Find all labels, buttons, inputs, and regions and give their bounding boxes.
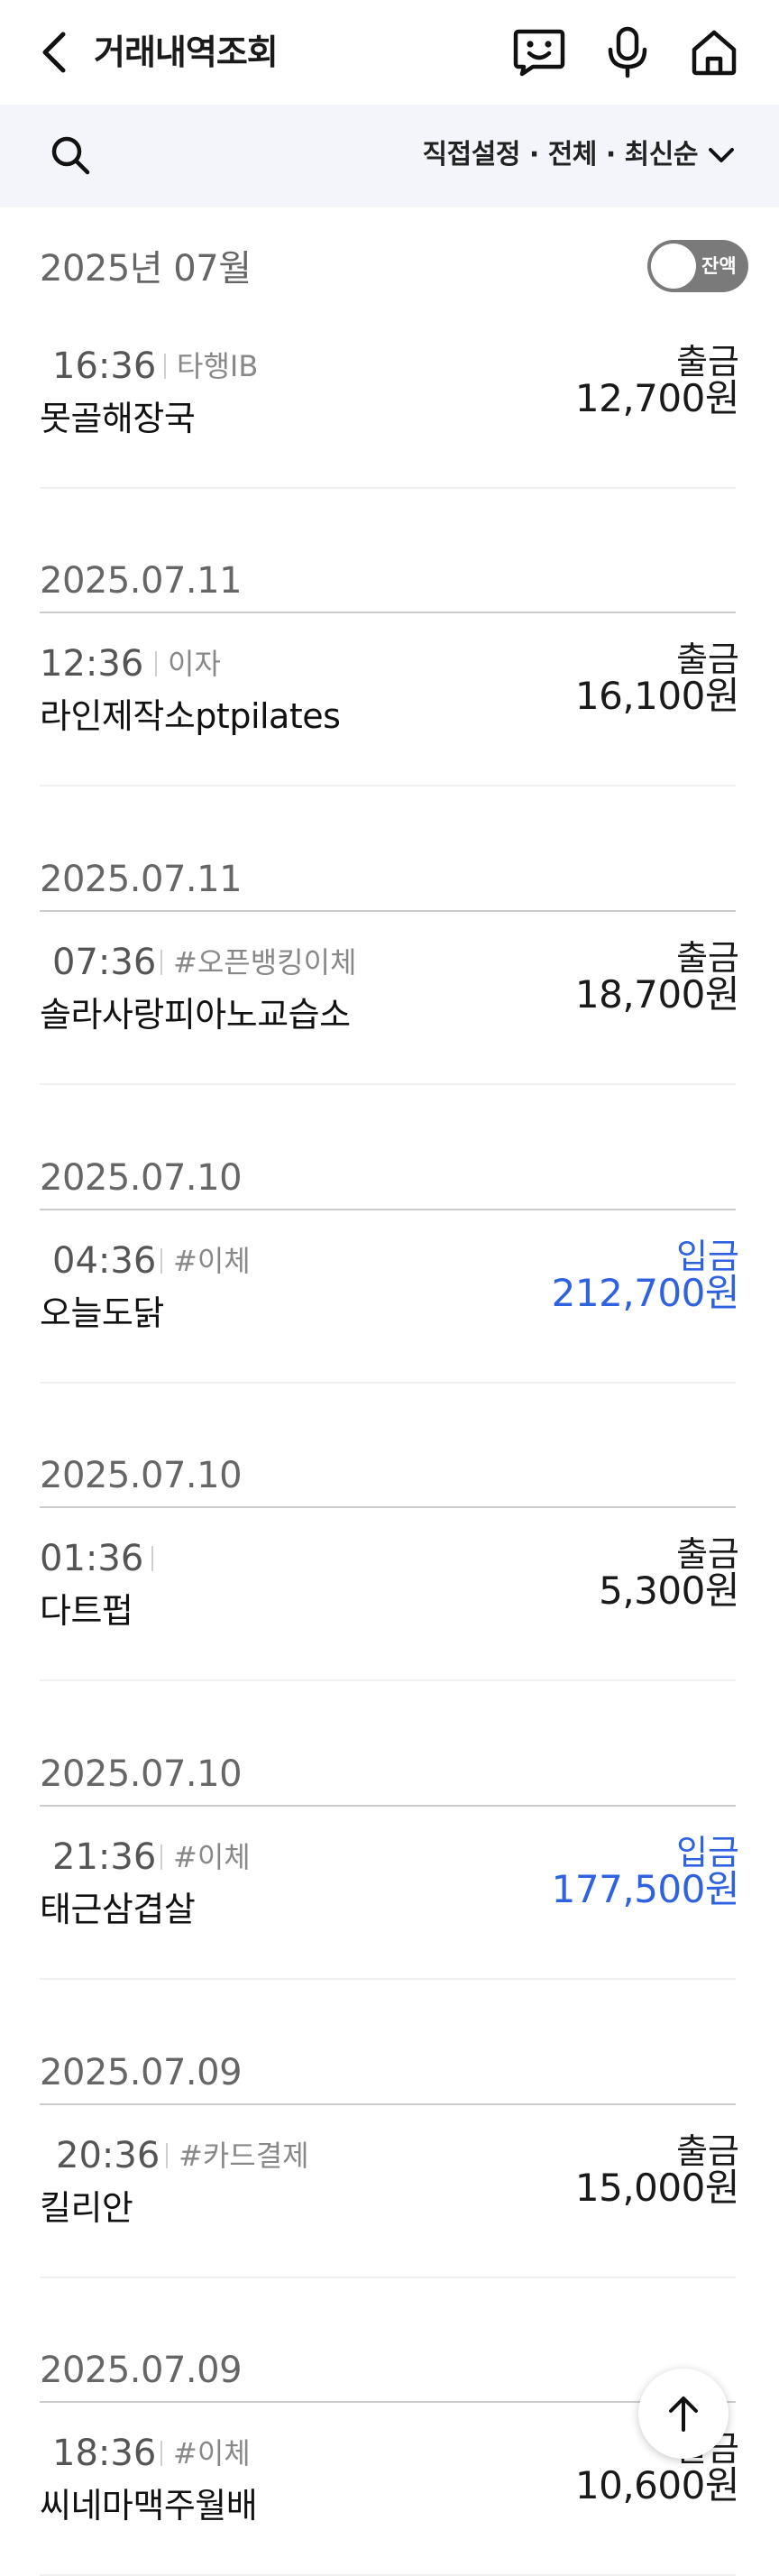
search-button[interactable]: [43, 128, 97, 182]
date-header: 2025.07.09: [40, 2350, 243, 2391]
transaction-amount: 18,700원: [574, 972, 740, 1017]
row-divider: [40, 1382, 736, 1384]
transaction-merchant[interactable]: 못골해장국: [40, 393, 196, 444]
date-divider: [40, 2401, 736, 2403]
home-button[interactable]: [685, 23, 743, 81]
month-label: 2025년 07월: [40, 248, 252, 290]
transaction-time: 20:36: [56, 2135, 160, 2176]
time-separator: [160, 2441, 162, 2466]
date-header: 2025.07.11: [40, 560, 243, 602]
date-header: 2025.07.10: [40, 1753, 243, 1795]
time-separator: [160, 1845, 162, 1870]
filter-summary[interactable]: 직접설정 · 전체 · 최신순: [423, 135, 699, 175]
transaction-time: 18:36: [52, 2433, 157, 2474]
time-separator: [151, 1546, 153, 1571]
transaction-merchant[interactable]: 솔라사랑피아노교습소: [40, 989, 351, 1040]
back-arrow-icon: [42, 32, 66, 73]
filter-bar: 직접설정 · 전체 · 최신순: [0, 105, 779, 207]
date-header: 2025.07.11: [40, 859, 243, 900]
home-icon: [692, 30, 737, 76]
transaction-time: 21:36: [52, 1836, 157, 1878]
transaction-amount: 212,700원: [551, 1271, 740, 1315]
time-separator: [160, 1248, 162, 1274]
voice-button[interactable]: [599, 23, 656, 81]
transaction-tag: #이체: [173, 2436, 251, 2470]
transaction-amount: 12,700원: [574, 376, 740, 420]
transaction-amount: 10,600원: [574, 2463, 740, 2507]
transaction-merchant[interactable]: 오늘도닭: [40, 1288, 164, 1339]
date-divider: [40, 1805, 736, 1807]
balance-toggle-label: 잔액: [701, 255, 737, 277]
app-header: 거래내역조회: [0, 0, 779, 105]
row-divider: [40, 2277, 736, 2278]
date-header: 2025.07.09: [40, 2052, 243, 2093]
transaction-merchant[interactable]: 라인제작소ptpilates: [40, 691, 341, 741]
date-header: 2025.07.10: [40, 1455, 243, 1496]
transaction-amount: 5,300원: [599, 1569, 739, 1613]
chatbot-icon: [513, 29, 565, 77]
transaction-tag: #이체: [173, 1244, 251, 1278]
transaction-amount: 177,500원: [551, 1867, 740, 1911]
scroll-to-top-button[interactable]: [638, 2369, 729, 2459]
row-divider: [40, 1679, 736, 1681]
page-title: 거래내역조회: [94, 32, 279, 72]
time-separator: [166, 2143, 168, 2168]
transaction-merchant[interactable]: 다트펍: [40, 1586, 133, 1636]
chatbot-button[interactable]: [510, 23, 568, 81]
transaction-tag: 이자: [168, 647, 221, 681]
transaction-time: 04:36: [52, 1240, 157, 1282]
transaction-merchant[interactable]: 킬리안: [40, 2183, 133, 2233]
date-divider: [40, 1209, 736, 1210]
transaction-amount: 16,100원: [574, 674, 740, 718]
time-separator: [164, 354, 166, 379]
microphone-icon: [608, 26, 647, 78]
transaction-merchant[interactable]: 씨네마맥주월배: [40, 2480, 258, 2531]
transaction-time: 12:36: [40, 643, 144, 685]
date-header: 2025.07.10: [40, 1157, 243, 1199]
balance-toggle[interactable]: 잔액: [647, 240, 748, 292]
date-divider: [40, 612, 736, 613]
transaction-tag: #오픈뱅킹이체: [173, 945, 357, 980]
transaction-tag: #카드결제: [179, 2139, 309, 2173]
transaction-merchant[interactable]: 태근삼겹살: [40, 1884, 196, 1935]
row-divider: [40, 1083, 736, 1085]
time-separator: [160, 950, 162, 975]
date-divider: [40, 2103, 736, 2105]
transaction-tag: #이체: [173, 1840, 251, 1874]
transaction-time: 07:36: [52, 942, 157, 983]
toggle-knob: [651, 244, 696, 289]
date-divider: [40, 910, 736, 912]
transaction-time: 01:36: [40, 1538, 144, 1579]
transaction-amount: 15,000원: [574, 2166, 740, 2210]
filter-dropdown-button[interactable]: [703, 137, 739, 173]
date-divider: [40, 1506, 736, 1508]
row-divider: [40, 785, 736, 787]
search-icon: [51, 136, 90, 175]
row-divider: [40, 1978, 736, 1980]
back-button[interactable]: [27, 23, 81, 81]
arrow-up-icon: [669, 2397, 698, 2432]
chevron-down-icon: [709, 148, 734, 162]
transaction-tag: 타행IB: [177, 349, 259, 383]
transaction-time: 16:36: [52, 345, 157, 387]
row-divider: [40, 487, 736, 489]
time-separator: [155, 651, 157, 676]
